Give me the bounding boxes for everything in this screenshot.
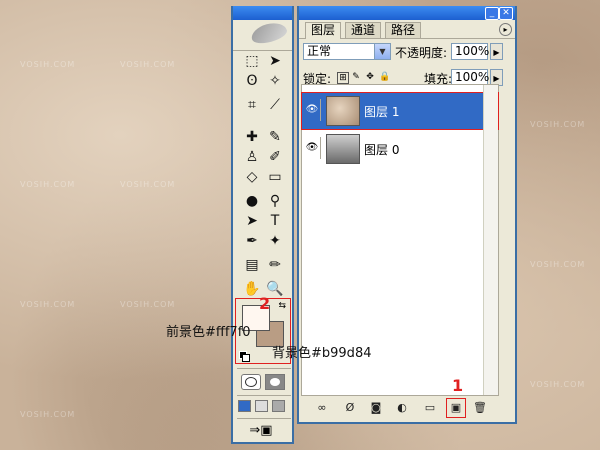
tab-layers[interactable]: 图层 [305,22,342,39]
layer-row-0[interactable]: 👁 图层 0 [302,131,498,167]
default-colors-icon[interactable] [239,351,250,362]
watermark: VOSIH.COM [20,60,76,69]
shape-tool-icon[interactable]: ✦ [264,232,286,250]
feather-logo-icon [249,19,289,47]
layers-scrollbar[interactable] [483,85,498,395]
close-icon[interactable]: ✕ [499,7,513,20]
gradient-tool-icon[interactable]: ▭ [264,168,286,186]
lock-position-icon[interactable]: ✥ [365,72,375,82]
watermark: VOSIH.COM [120,300,176,309]
blend-mode-value: 正常 [307,44,332,58]
notes-tool-icon[interactable]: ▤ [241,256,263,274]
stamp-tool-icon[interactable]: ♙ [241,148,263,166]
dodge-tool-icon[interactable]: ⚲ [264,192,286,210]
palette-tabs: 图层 通道 路径 ▸ [299,20,515,39]
blend-mode-select[interactable]: 正常 ▼ [303,43,391,60]
layer-row-1[interactable]: 👁 图层 1 [301,92,499,130]
eraser-tool-icon[interactable]: ◇ [241,168,263,186]
new-group-icon[interactable]: ▭ [423,401,437,415]
delete-layer-icon[interactable]: 🗑 [473,401,487,415]
lock-transparency-icon[interactable]: ⊞ [337,72,349,84]
standard-mode-button[interactable] [241,374,261,390]
toolbox-titlebar[interactable] [233,6,292,20]
layer-thumbnail [326,96,360,126]
opacity-slider-button[interactable]: ▶ [490,43,503,60]
slice-tool-icon[interactable]: ⟋ [264,96,286,114]
visibility-eye-icon[interactable]: 👁 [304,137,321,159]
watermark: VOSIH.COM [120,180,176,189]
layers-palette: _ ✕ 图层 通道 路径 ▸ 正常 ▼ 不透明度: 100% ▶ 锁定: ⊞ ✎… [297,6,517,424]
lock-pixels-icon[interactable]: ✎ [351,72,361,82]
path-select-icon[interactable]: ➤ [241,212,263,230]
watermark: VOSIH.COM [20,410,76,419]
blur-tool-icon[interactable]: ● [241,192,263,210]
swap-colors-icon[interactable]: ⇆ [278,301,286,311]
watermark: VOSIH.COM [530,120,586,129]
palette-titlebar[interactable]: _ ✕ [299,6,515,20]
opacity-input[interactable]: 100% [451,43,489,60]
eyedropper-icon[interactable]: ✏ [264,256,286,274]
toolbox-header [233,19,292,51]
jump-to-imageready-icon[interactable]: ⇒▣ [241,422,281,440]
screen-mode-full-button[interactable] [272,400,285,412]
background-color-note: 背景色#b99d84 [272,346,372,361]
magic-wand-icon[interactable]: ✧ [264,72,286,90]
lasso-tool-icon[interactable]: ʘ [241,72,263,90]
chevron-down-icon[interactable]: ▼ [374,44,390,59]
watermark: VOSIH.COM [120,60,176,69]
marquee-tool-icon[interactable]: ⬚ [241,52,263,70]
layer-thumbnail [326,134,360,164]
link-layers-icon[interactable]: ∞ [315,401,329,415]
watermark: VOSIH.COM [530,380,586,389]
layer-mask-icon[interactable]: ◙ [369,401,383,415]
pen-tool-icon[interactable]: ✒ [241,232,263,250]
layer-style-icon[interactable]: Ø [343,401,357,415]
layer-name: 图层 1 [364,105,400,119]
annotation-marker-2: 2 [259,294,271,313]
tab-channels[interactable]: 通道 [345,22,382,38]
minimize-icon[interactable]: _ [485,7,499,20]
tab-paths[interactable]: 路径 [385,22,422,38]
move-tool-icon[interactable]: ➤ [264,52,286,70]
quick-mask-mode-button[interactable] [265,374,285,390]
watermark: VOSIH.COM [20,180,76,189]
watermark: VOSIH.COM [20,300,76,309]
layer-name: 图层 0 [364,143,400,157]
crop-tool-icon[interactable]: ⌗ [241,96,263,114]
healing-brush-icon[interactable]: ✚ [241,128,263,146]
foreground-color-note: 前景色#fff7f0 [166,325,251,340]
opacity-label: 不透明度: [395,46,448,60]
toolbox-palette: ⇆ ⇒▣ ⬚ ➤ ʘ ✧ ⌗ ⟋ ✚ ✎ ♙ ✐ ◇ ▭ ● ⚲ ➤ T ✒ ✦ ▤ ✏ ✋ 🔍 [231,6,294,444]
type-tool-icon[interactable]: T [264,212,286,230]
palette-menu-icon[interactable]: ▸ [499,23,512,36]
brush-tool-icon[interactable]: ✎ [264,128,286,146]
layers-bottom-toolbar: ∞ Ø ◙ ◐ ▭ ▣ 🗑 [301,398,497,420]
history-brush-icon[interactable]: ✐ [264,148,286,166]
watermark: VOSIH.COM [530,260,586,269]
adjustment-layer-icon[interactable]: ◐ [395,401,409,415]
screen-mode-standard-button[interactable] [238,400,251,412]
visibility-eye-icon[interactable]: 👁 [304,99,321,121]
new-layer-icon[interactable]: ▣ [446,398,466,418]
screen-mode-full-menu-button[interactable] [255,400,268,412]
lock-all-icon[interactable]: 🔒 [379,72,390,82]
annotation-marker-1: 1 [452,376,464,395]
